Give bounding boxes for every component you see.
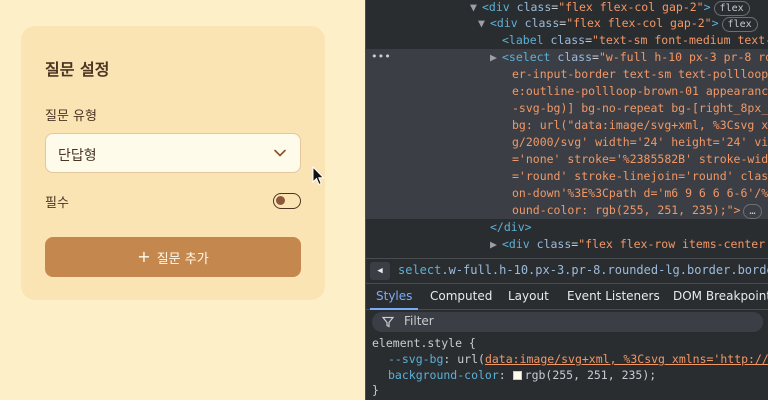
devtools-panel: ▼ <div class="flex flex-col gap-2"> flex ▼…	[365, 0, 768, 400]
flex-badge[interactable]: flex	[721, 17, 758, 32]
dom-node[interactable]: ▼ <div class="flex flex-col gap-2"> flex	[478, 15, 758, 32]
expand-triangle-icon[interactable]: ▶	[490, 236, 502, 253]
plus-icon: +	[137, 247, 151, 266]
flex-badge[interactable]: flex	[713, 1, 750, 16]
rule-selector: element.style {	[372, 336, 476, 350]
chevron-down-icon	[274, 149, 286, 157]
expand-triangle-icon[interactable]: ▶	[490, 49, 502, 66]
color-swatch[interactable]	[512, 371, 522, 380]
breadcrumb: ◀ select.w-full.h-10.px-3.pr-8.rounded-l…	[366, 258, 768, 284]
active-tab-indicator	[370, 308, 418, 310]
required-label: 필수	[45, 196, 69, 211]
tab-dom-breakpoints[interactable]: DOM Breakpoints	[673, 289, 768, 303]
collapse-triangle-icon[interactable]: ▼	[478, 15, 490, 32]
add-question-button-label: 질문 추가	[156, 251, 209, 267]
mouse-cursor-icon	[312, 166, 325, 186]
question-type-select[interactable]: 단답형	[45, 133, 301, 173]
add-question-button[interactable]: + 질문 추가	[45, 237, 301, 277]
question-type-select-value: 단답형	[58, 148, 97, 164]
question-type-label: 질문 유형	[45, 109, 97, 124]
expand-ellipsis-badge[interactable]: …	[743, 204, 762, 219]
dom-node[interactable]: ▼ <div class="flex flex-col gap-2"> flex	[470, 0, 750, 16]
card-title: 질문 설정	[45, 60, 110, 79]
tab-styles[interactable]: Styles	[376, 289, 412, 303]
required-toggle[interactable]	[273, 193, 301, 209]
dom-tree: ▼ <div class="flex flex-col gap-2"> flex ▼…	[366, 0, 768, 258]
rule-closing-brace: }	[372, 383, 379, 397]
toggle-knob	[276, 196, 285, 205]
tab-event-listeners[interactable]: Event Listeners	[567, 289, 660, 303]
collapse-triangle-icon[interactable]: ▼	[470, 0, 482, 16]
breadcrumb-back-icon[interactable]: ◀	[370, 262, 390, 280]
dom-node[interactable]: <label class="text-sm font-medium text-	[502, 32, 768, 49]
tab-layout[interactable]: Layout	[508, 289, 549, 303]
data-url-link[interactable]: data:image/svg+xml, %3Csvg xmlns='http:/…	[485, 352, 768, 366]
filter-icon	[382, 316, 394, 328]
style-declaration[interactable]: background-color: rgb(255, 251, 235);	[388, 368, 656, 383]
dom-node[interactable]: ▶ <div class="flex flex-row items-center …	[490, 236, 768, 253]
styles-filter-input[interactable]: Filter	[372, 312, 763, 332]
more-options-icon[interactable]: •••	[371, 50, 391, 63]
dom-node-selected[interactable]: ▶ <select class="w-full h-10 px-3 pr-8 ro	[366, 49, 768, 66]
app-pane: 질문 설정 질문 유형 단답형 필수 + 질문 추가	[0, 0, 365, 400]
breadcrumb-path[interactable]: select.w-full.h-10.px-3.pr-8.rounded-lg.…	[398, 263, 768, 277]
filter-placeholder: Filter	[404, 314, 434, 328]
style-rules: element.style { --svg-bg: url(data:image…	[366, 336, 768, 400]
tab-computed[interactable]: Computed	[430, 289, 492, 303]
style-declaration[interactable]: --svg-bg: url(data:image/svg+xml, %3Csvg…	[388, 352, 768, 367]
question-settings-card: 질문 설정 질문 유형 단답형 필수 + 질문 추가	[21, 26, 325, 300]
styles-tabs: Styles Computed Layout Event Listeners D…	[366, 284, 768, 310]
